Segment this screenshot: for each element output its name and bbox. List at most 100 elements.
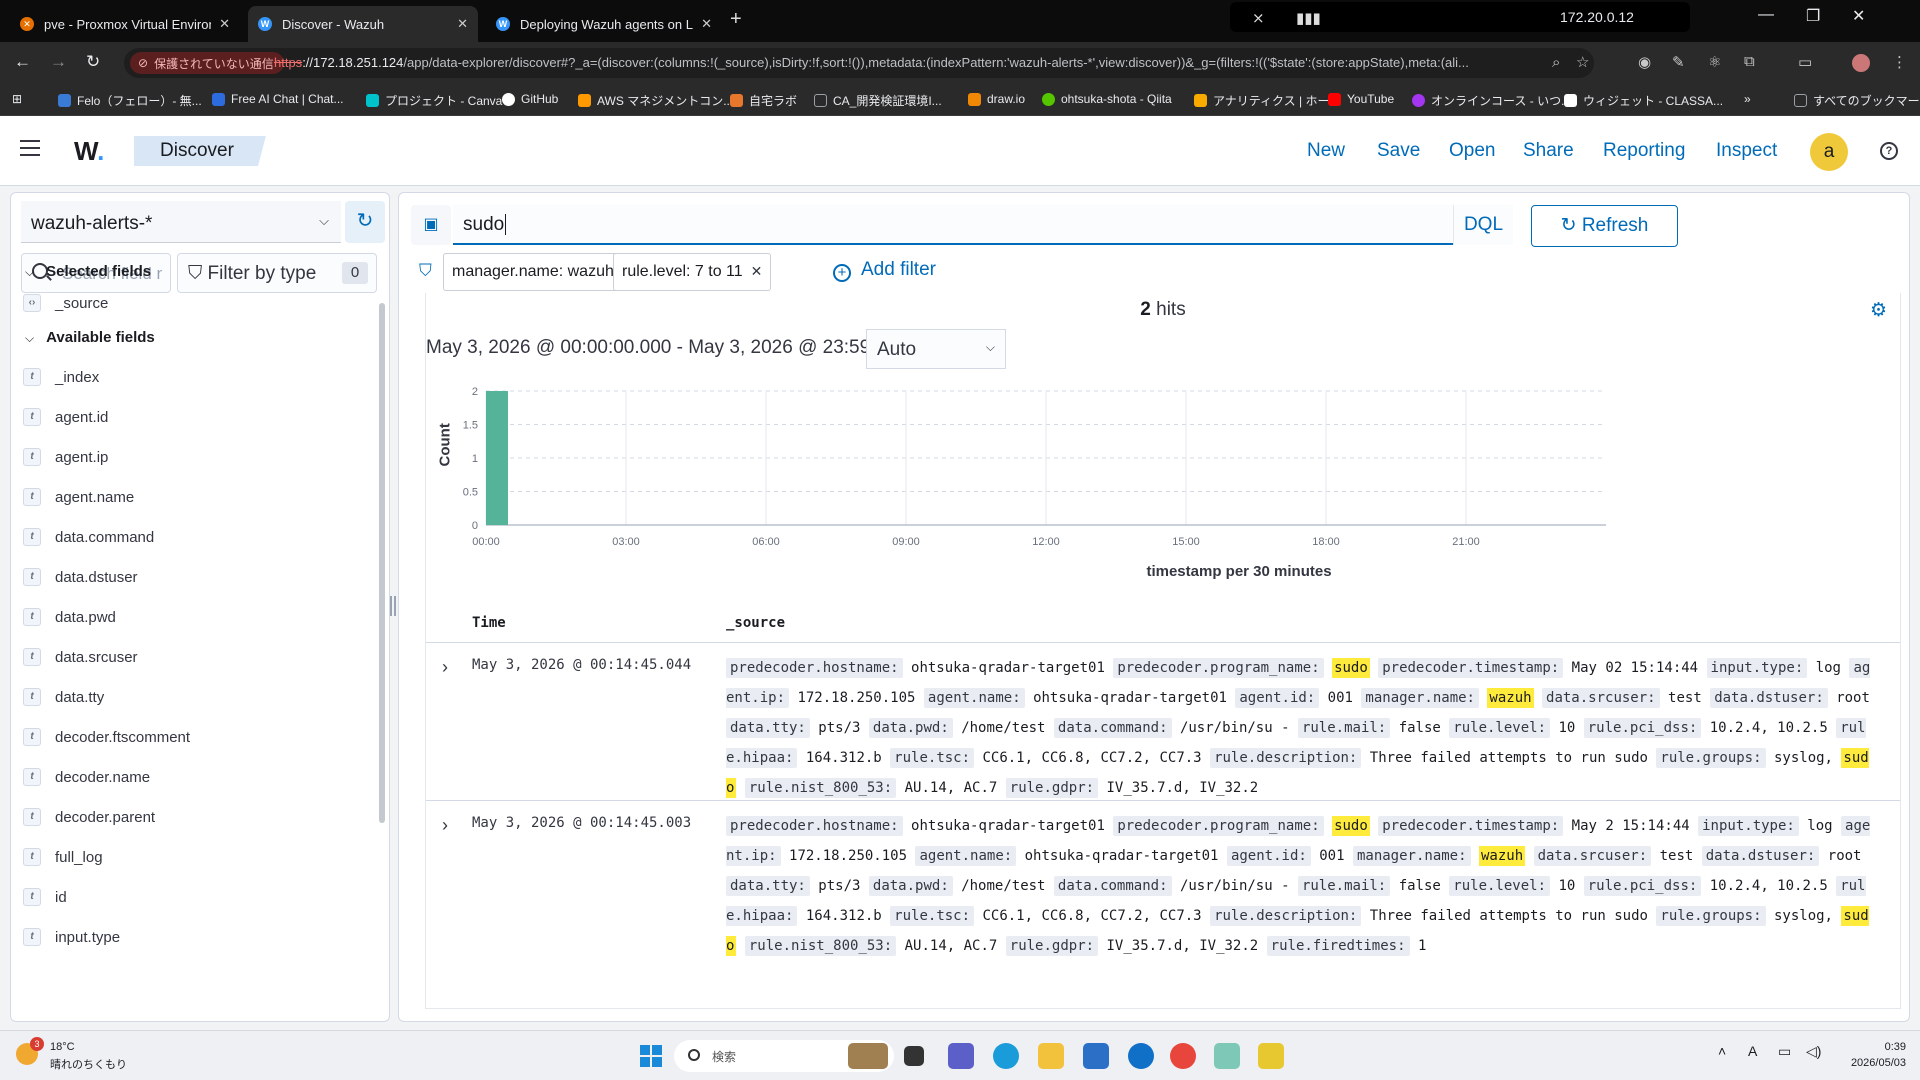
bookmark-item[interactable]: AWS マネジメントコン... — [578, 92, 733, 109]
tab-deploying-agents[interactable]: W Deploying Wazuh agents on Lin ✕ — [486, 6, 722, 42]
column-header-time[interactable]: Time — [472, 615, 506, 631]
selected-fields-heading[interactable]: ⌵ Selected fields — [25, 263, 151, 280]
field-item[interactable]: t id — [23, 885, 67, 909]
saved-queries-icon[interactable]: ▣ — [411, 205, 451, 245]
tray-overflow-icon[interactable]: ˄ — [1718, 1043, 1726, 1059]
close-tab-icon[interactable]: ✕ — [219, 16, 230, 32]
close-tab-icon[interactable]: ✕ — [701, 16, 712, 32]
field-item[interactable]: t decoder.ftscomment — [23, 725, 190, 749]
ime-icon[interactable]: A — [1748, 1043, 1757, 1059]
all-bookmarks-item[interactable]: すべてのブックマーク — [1794, 92, 1920, 109]
inspect-link[interactable]: Inspect — [1716, 140, 1777, 162]
reporting-link[interactable]: Reporting — [1603, 140, 1685, 162]
chrome-menu-icon[interactable]: ⋮ — [1892, 53, 1907, 71]
field-item[interactable]: t _index — [23, 365, 99, 389]
system-clock[interactable]: 0:39 2026/05/03 — [1836, 1039, 1906, 1071]
extensions-icon[interactable]: ⧉ — [1744, 53, 1755, 70]
edge-icon[interactable] — [993, 1043, 1019, 1069]
field-item[interactable]: t data.command — [23, 525, 154, 549]
tab-proxmox[interactable]: ✕ pve - Proxmox Virtual Environm ✕ — [10, 6, 240, 42]
bookmark-item[interactable]: Felo（フェロー）- 無... — [58, 92, 202, 109]
bookmark-item[interactable]: GitHub — [502, 92, 558, 106]
field-item[interactable]: t agent.name — [23, 485, 134, 509]
store-icon[interactable] — [1083, 1043, 1109, 1069]
tab-discover-wazuh[interactable]: W Discover - Wazuh ✕ — [248, 6, 478, 42]
interval-select[interactable]: Auto ⌵ — [866, 329, 1006, 369]
more-bookmarks-icon[interactable]: » — [1744, 92, 1751, 106]
minimize-icon[interactable]: — — [1758, 6, 1774, 24]
side-panel-icon[interactable]: ▭ — [1798, 53, 1812, 71]
filter-pill-rule-level[interactable]: rule.level: 7 to 11 ✕ — [613, 253, 772, 291]
field-item-source[interactable]: ‹› _source — [23, 291, 108, 315]
pin-off-icon[interactable]: ⨯ — [1252, 9, 1265, 27]
camera-icon[interactable]: ◉ — [1638, 53, 1651, 71]
available-fields-heading[interactable]: ⌵ Available fields — [25, 329, 155, 346]
new-link[interactable]: New — [1307, 140, 1345, 162]
bookmark-item[interactable]: CA_開発検証環境I... — [814, 92, 942, 109]
reload-icon[interactable]: ↻ — [86, 52, 100, 72]
open-link[interactable]: Open — [1449, 140, 1495, 162]
dql-toggle[interactable]: DQL — [1453, 205, 1513, 245]
profile-avatar-icon[interactable] — [1852, 54, 1870, 72]
add-filter-button[interactable]: + Add filter — [833, 259, 936, 282]
omnibox[interactable]: ⊘ 保護されていない通信 https://172.18.251.124/app/… — [124, 48, 1594, 78]
bookmark-item[interactable]: アナリティクス | ホーム — [1194, 92, 1341, 109]
breadcrumb[interactable]: Discover — [134, 136, 266, 166]
expand-row-icon[interactable]: › — [442, 815, 448, 836]
outlook-icon[interactable] — [1128, 1043, 1154, 1069]
column-header-source[interactable]: _source — [726, 615, 785, 631]
sidebar-scrollbar[interactable] — [379, 303, 385, 823]
save-link[interactable]: Save — [1377, 140, 1420, 162]
resize-handle[interactable] — [390, 596, 396, 616]
field-item[interactable]: t data.dstuser — [23, 565, 138, 589]
zoom-icon[interactable]: ⌕ — [1552, 54, 1560, 71]
share-link[interactable]: Share — [1523, 140, 1574, 162]
network-icon[interactable]: ▭ — [1778, 1043, 1791, 1060]
bookmark-item[interactable]: YouTube — [1328, 92, 1394, 106]
field-item[interactable]: t input.type — [23, 925, 120, 949]
start-windows-icon[interactable] — [640, 1045, 662, 1067]
field-item[interactable]: t agent.id — [23, 405, 108, 429]
remove-filter-icon[interactable]: ✕ — [751, 263, 763, 279]
field-item[interactable]: t decoder.name — [23, 765, 150, 789]
filter-funnel-icon[interactable]: ⛉ — [419, 261, 432, 281]
notepad-icon[interactable] — [1214, 1043, 1240, 1069]
bookmark-star-icon[interactable]: ☆ — [1576, 53, 1589, 71]
task-view-icon[interactable] — [904, 1046, 924, 1066]
not-secure-badge[interactable]: ⊘ 保護されていない通信 — [130, 52, 284, 74]
refresh-index-icon[interactable]: ↻ — [345, 201, 385, 243]
bookmark-item[interactable]: 自宅ラボ — [730, 92, 797, 109]
bookmark-item[interactable]: Free AI Chat | Chat... — [212, 92, 344, 106]
filter-by-type-button[interactable]: ⛉ Filter by type 0 — [177, 253, 377, 293]
wazuh-logo[interactable]: W. — [74, 136, 104, 167]
volume-icon[interactable]: ◁) — [1806, 1043, 1821, 1060]
close-tab-icon[interactable]: ✕ — [457, 16, 468, 32]
bookmark-item[interactable]: オンラインコース - いつ... — [1412, 92, 1571, 109]
chrome-icon[interactable] — [1170, 1043, 1196, 1069]
bookmark-item[interactable]: プロジェクト - Canva — [366, 92, 502, 109]
field-item[interactable]: t data.tty — [23, 685, 104, 709]
forward-icon[interactable]: → — [50, 52, 67, 72]
url-text[interactable]: https://172.18.251.124/app/data-explorer… — [274, 55, 1534, 70]
file-explorer-icon[interactable] — [1038, 1043, 1064, 1069]
teams-icon[interactable] — [948, 1043, 974, 1069]
index-pattern-select[interactable]: wazuh-alerts-* ⌵ — [21, 201, 341, 243]
help-icon[interactable]: ? — [1880, 142, 1898, 160]
react-icon[interactable]: ⚛ — [1708, 53, 1721, 71]
bookmark-item[interactable]: ohtsuka-shota - Qiita — [1042, 92, 1172, 106]
close-window-icon[interactable]: ✕ — [1852, 6, 1865, 26]
apps-grid-icon[interactable]: ⊞ — [12, 92, 22, 106]
refresh-button[interactable]: ↻ Refresh — [1531, 205, 1678, 247]
field-item[interactable]: t agent.ip — [23, 445, 108, 469]
field-item[interactable]: t decoder.parent — [23, 805, 155, 829]
bookmark-item[interactable]: draw.io — [968, 92, 1025, 106]
back-icon[interactable]: ← — [14, 52, 31, 72]
user-avatar[interactable]: a — [1810, 133, 1848, 171]
expand-row-icon[interactable]: › — [442, 657, 448, 678]
menu-icon[interactable] — [20, 140, 40, 156]
new-tab-button[interactable]: + — [730, 8, 742, 31]
maximize-icon[interactable]: ❐ — [1806, 6, 1820, 26]
field-item[interactable]: t data.srcuser — [23, 645, 138, 669]
query-input[interactable]: sudo — [453, 205, 1453, 245]
chart-options-gear-icon[interactable]: ⚙ — [1870, 299, 1887, 322]
